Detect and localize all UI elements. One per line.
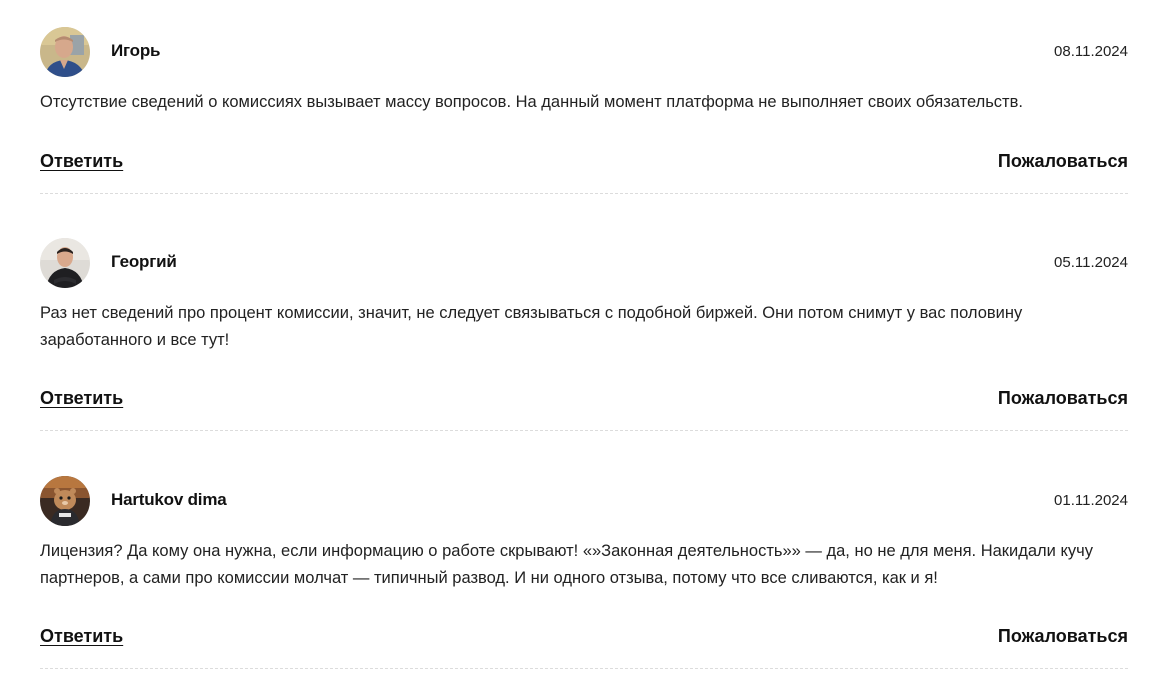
comment-date: 08.11.2024 (1054, 43, 1128, 60)
reply-link[interactable]: Ответить (40, 151, 123, 172)
reply-link[interactable]: Ответить (40, 388, 123, 409)
avatar (40, 238, 90, 288)
comment-actions: Ответить Пожаловаться (40, 626, 1128, 650)
comment-date: 05.11.2024 (1054, 254, 1128, 271)
report-link[interactable]: Пожаловаться (998, 151, 1128, 172)
comment-text: Раз нет сведений про процент комиссии, з… (40, 304, 1023, 349)
avatar (40, 27, 90, 77)
comment-author: Георгий (111, 252, 177, 271)
report-link[interactable]: Пожаловаться (998, 626, 1128, 647)
comment-header: Игорь 08.11.2024 (40, 27, 1128, 77)
user-photo-icon (40, 238, 90, 288)
comment-item: Hartukov dima 01.11.2024 Лицензия? Да ко… (40, 476, 1128, 669)
comment-actions: Ответить Пожаловаться (40, 388, 1128, 412)
comments-list: Игорь 08.11.2024 Отсутствие сведений о к… (0, 0, 1155, 686)
hamster-picture-icon (40, 476, 90, 526)
report-link[interactable]: Пожаловаться (998, 388, 1128, 409)
comment-header: Георгий 05.11.2024 (40, 238, 1128, 288)
comment-author: Hartukov dima (111, 490, 227, 509)
reply-link[interactable]: Ответить (40, 626, 123, 647)
user-photo-icon (40, 27, 90, 77)
comment-date: 01.11.2024 (1054, 492, 1128, 509)
comment-header: Hartukov dima 01.11.2024 (40, 476, 1128, 526)
comment-actions: Ответить Пожаловаться (40, 151, 1128, 175)
comment-item: Георгий 05.11.2024 Раз нет сведений про … (40, 238, 1128, 431)
comment-text: Отсутствие сведений о комиссиях вызывает… (40, 93, 1023, 111)
comment-text: Лицензия? Да кому она нужна, если информ… (40, 542, 1093, 587)
avatar (40, 476, 90, 526)
comment-item: Игорь 08.11.2024 Отсутствие сведений о к… (40, 27, 1128, 194)
comment-author: Игорь (111, 41, 161, 60)
